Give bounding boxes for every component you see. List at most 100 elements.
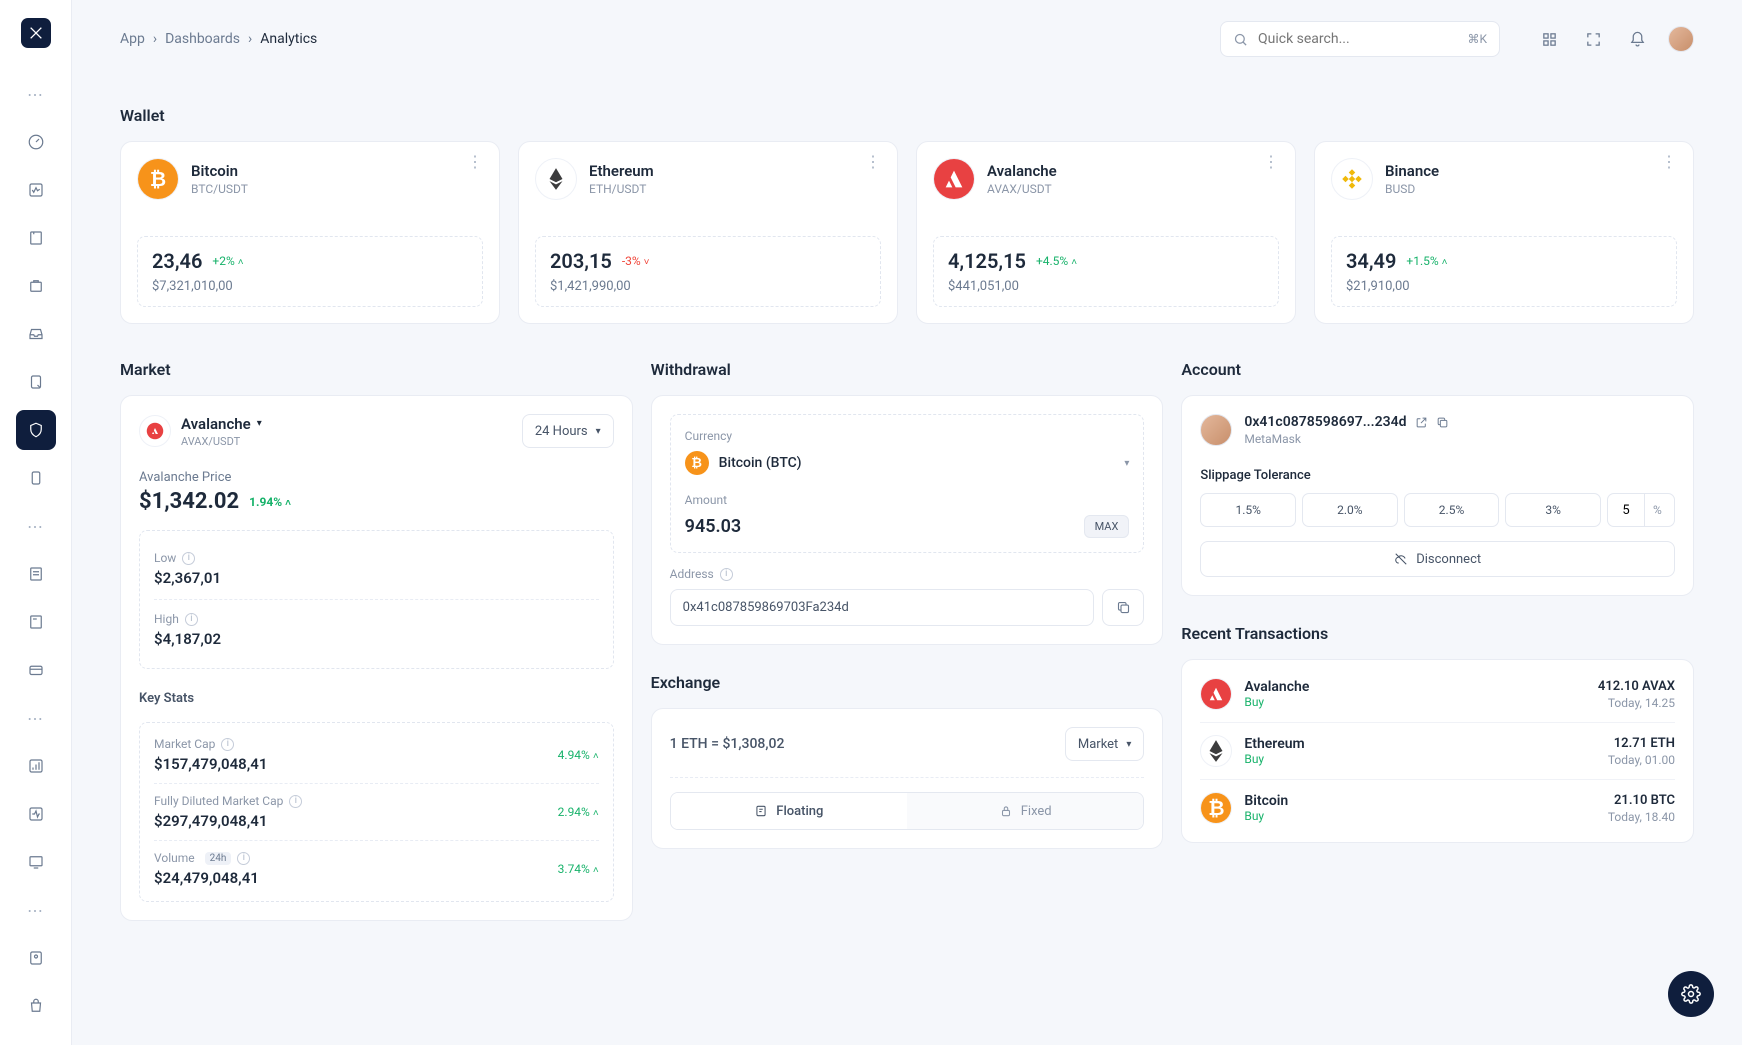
- coin-delta: +4.5% ˄: [1036, 254, 1077, 268]
- settings-fab[interactable]: [1668, 971, 1714, 1017]
- tx-amount: 412.10 AVAX: [1598, 679, 1675, 694]
- grid-icon[interactable]: [1536, 26, 1562, 52]
- breadcrumb-app[interactable]: App: [120, 31, 145, 47]
- keystat-label: Fully Diluted Market Cap: [154, 794, 283, 808]
- nav-card-icon[interactable]: [16, 650, 56, 690]
- note-icon: [754, 804, 768, 818]
- nav-bag-icon[interactable]: [16, 986, 56, 1026]
- keystat-label: Volume: [154, 851, 195, 865]
- nav-more-top[interactable]: ⋯: [16, 74, 56, 114]
- amount-value[interactable]: 945.03: [685, 516, 1076, 537]
- coin-usd: $441,051,00: [948, 279, 1264, 294]
- info-icon[interactable]: i: [289, 795, 302, 808]
- slippage-option[interactable]: 3%: [1505, 493, 1601, 527]
- bell-icon[interactable]: [1624, 26, 1650, 52]
- disconnect-button[interactable]: Disconnect: [1200, 541, 1675, 577]
- market-coin-name: Avalanche: [181, 415, 251, 433]
- nav-tablet-icon[interactable]: [16, 362, 56, 402]
- info-icon[interactable]: i: [720, 568, 733, 581]
- keystat-label: Market Cap: [154, 737, 215, 751]
- fullscreen-icon[interactable]: [1580, 26, 1606, 52]
- wallet-card-bitcoin[interactable]: ₿ Bitcoin BTC/USDT ⋮ 23,46 +2% ˄ $7,321,…: [120, 141, 500, 324]
- nav-activity-icon[interactable]: [16, 170, 56, 210]
- nav-device-icon[interactable]: [16, 458, 56, 498]
- low-value: $2,367,01: [154, 569, 599, 587]
- nav-pulse-icon[interactable]: [16, 794, 56, 834]
- bitcoin-icon: ₿: [685, 451, 709, 475]
- bitcoin-icon: ₿: [137, 158, 179, 200]
- copy-button[interactable]: [1102, 589, 1144, 626]
- nav-doc1-icon[interactable]: [16, 554, 56, 594]
- nav-book-icon[interactable]: [16, 218, 56, 258]
- currency-select[interactable]: ₿ Bitcoin (BTC) ▾: [685, 451, 1130, 475]
- range-label: 24 Hours: [535, 424, 588, 439]
- coin-pair: BUSD: [1385, 182, 1439, 196]
- account-avatar: [1200, 414, 1232, 446]
- card-menu-icon[interactable]: ⋮: [1263, 160, 1279, 164]
- nav-more-3[interactable]: ⋯: [16, 698, 56, 738]
- wallet-name: MetaMask: [1244, 432, 1675, 446]
- coin-usd: $21,910,00: [1346, 279, 1662, 294]
- slippage-option[interactable]: 2.5%: [1404, 493, 1500, 527]
- coin-pair: ETH/USDT: [589, 182, 654, 196]
- nav-inbox-icon[interactable]: [16, 314, 56, 354]
- nav-box-icon[interactable]: [16, 266, 56, 306]
- binance-icon: [1331, 158, 1373, 200]
- transaction-row[interactable]: ₿ Bitcoin Buy 21.10 BTC Today, 18.40: [1200, 779, 1675, 836]
- search-box[interactable]: ⌘K: [1220, 21, 1500, 57]
- nav-more-mid[interactable]: ⋯: [16, 506, 56, 546]
- info-icon[interactable]: i: [237, 852, 250, 865]
- slippage-option[interactable]: 2.0%: [1302, 493, 1398, 527]
- coin-pair: BTC/USDT: [191, 182, 248, 196]
- search-input[interactable]: [1258, 31, 1457, 47]
- coin-name: Bitcoin: [191, 162, 248, 180]
- coin-pair: AVAX/USDT: [987, 182, 1057, 196]
- breadcrumb-analytics[interactable]: Analytics: [260, 31, 317, 47]
- fixed-toggle[interactable]: Fixed: [907, 793, 1143, 829]
- info-icon[interactable]: i: [185, 613, 198, 626]
- transaction-row[interactable]: Ethereum Buy 12.71 ETH Today, 01.00: [1200, 722, 1675, 779]
- market-title: Market: [120, 360, 633, 379]
- nav-screen-icon[interactable]: [16, 842, 56, 882]
- coin-name: Ethereum: [589, 162, 654, 180]
- user-avatar[interactable]: [1668, 26, 1694, 52]
- nav-more-4[interactable]: ⋯: [16, 890, 56, 930]
- keystats-title: Key Stats: [139, 691, 614, 706]
- max-button[interactable]: MAX: [1084, 515, 1130, 538]
- slippage-option[interactable]: 1.5%: [1200, 493, 1296, 527]
- breadcrumb-dashboards[interactable]: Dashboards: [165, 31, 240, 47]
- transactions-panel: Avalanche Buy 412.10 AVAX Today, 14.25 E…: [1181, 659, 1694, 843]
- floating-toggle[interactable]: Floating: [671, 793, 907, 829]
- wallet-card-ethereum[interactable]: Ethereum ETH/USDT ⋮ 203,15 -3% ˅ $1,421,…: [518, 141, 898, 324]
- coin-delta: +1.5% ˄: [1406, 254, 1447, 268]
- wallet-card-binance[interactable]: Binance BUSD ⋮ 34,49 +1.5% ˄ $21,910,00: [1314, 141, 1694, 324]
- external-link-icon[interactable]: [1415, 416, 1428, 429]
- search-kbd: ⌘K: [1467, 32, 1487, 46]
- nav-user-icon[interactable]: [16, 938, 56, 978]
- slippage-custom-input[interactable]: %: [1607, 493, 1675, 527]
- address-input[interactable]: 0x41c087859869703Fa234d: [670, 589, 1095, 626]
- withdrawal-title: Withdrawal: [651, 360, 1164, 379]
- info-icon[interactable]: i: [221, 738, 234, 751]
- nav-chart-icon[interactable]: [16, 746, 56, 786]
- main-content: App › Dashboards › Analytics ⌘K Wallet: [72, 0, 1742, 1045]
- rate-type-toggle: Floating Fixed: [670, 792, 1145, 830]
- tx-time: Today, 01.00: [1608, 753, 1675, 767]
- copy-icon[interactable]: [1436, 416, 1449, 429]
- card-menu-icon[interactable]: ⋮: [467, 160, 483, 164]
- percent-label: %: [1644, 494, 1670, 526]
- card-menu-icon[interactable]: ⋮: [865, 160, 881, 164]
- market-type-dropdown[interactable]: Market ▾: [1065, 727, 1144, 761]
- info-icon[interactable]: i: [182, 552, 195, 565]
- slip-input-field[interactable]: [1608, 503, 1644, 518]
- app-logo[interactable]: [21, 18, 51, 48]
- range-dropdown[interactable]: 24 Hours ▾: [522, 414, 614, 448]
- nav-gauge-icon[interactable]: [16, 122, 56, 162]
- keystat-delta: 2.94% ˄: [558, 805, 599, 819]
- nav-shield-icon[interactable]: [16, 410, 56, 450]
- card-menu-icon[interactable]: ⋮: [1661, 160, 1677, 164]
- wallet-card-avalanche[interactable]: Avalanche AVAX/USDT ⋮ 4,125,15 +4.5% ˄ $…: [916, 141, 1296, 324]
- chevron-down-icon[interactable]: ▾: [257, 418, 262, 429]
- transaction-row[interactable]: Avalanche Buy 412.10 AVAX Today, 14.25: [1200, 666, 1675, 722]
- nav-doc2-icon[interactable]: [16, 602, 56, 642]
